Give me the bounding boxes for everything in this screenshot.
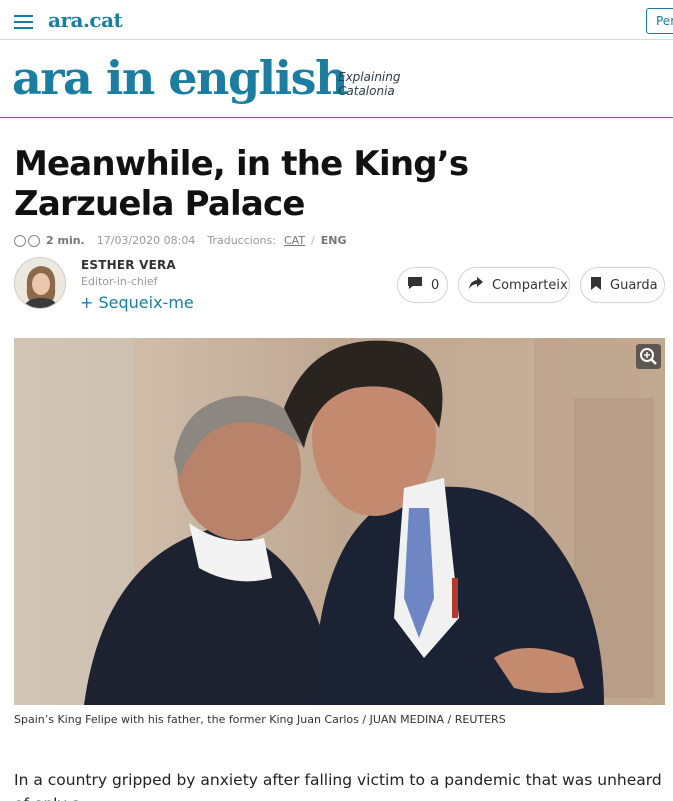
lang-cat-link[interactable]: CAT [284,234,305,247]
author-name[interactable]: ESTHER VERA [81,258,176,272]
zoom-in-icon[interactable] [636,344,661,369]
save-button[interactable]: Guarda [580,267,665,303]
comments-count: 0 [431,277,440,293]
glasses-icon [14,234,42,247]
menu-icon[interactable] [14,15,33,29]
lang-separator: / [311,233,315,247]
translations-label: Traduccions: [207,233,276,247]
share-label: Comparteix [492,277,568,293]
author-role: Editor-in-chief [81,275,158,288]
bookmark-icon [590,276,602,295]
section-masthead: ara in english Explaining Catalonia [0,40,673,118]
section-tagline: Explaining Catalonia [338,70,401,98]
lang-eng-current: ENG [320,233,347,247]
top-right-button[interactable]: Per [646,8,673,34]
share-icon [468,276,484,294]
article-meta: 2 min. 17/03/2020 08:04 Traduccions: CAT… [14,232,347,248]
share-button[interactable]: Comparteix [458,267,570,303]
save-label: Guarda [610,277,658,293]
section-logo[interactable]: ara in english [12,50,348,106]
site-logo[interactable]: ara.cat [48,8,123,32]
comments-button[interactable]: 0 [397,267,448,303]
article-photo[interactable] [14,338,665,705]
follow-author-button[interactable]: + Sequeix-me [80,293,194,312]
image-caption: Spain’s King Felipe with his father, the… [14,713,506,726]
comment-icon [407,276,423,294]
author-avatar[interactable] [14,257,66,309]
publish-date: 17/03/2020 08:04 [96,233,196,247]
top-bar: ara.cat Per [0,0,673,40]
article-headline: Meanwhile, in the King’s Zarzuela Palace [14,144,469,224]
article-body-paragraph: In a country gripped by anxiety after fa… [14,771,662,801]
read-time: 2 min. [46,233,85,247]
